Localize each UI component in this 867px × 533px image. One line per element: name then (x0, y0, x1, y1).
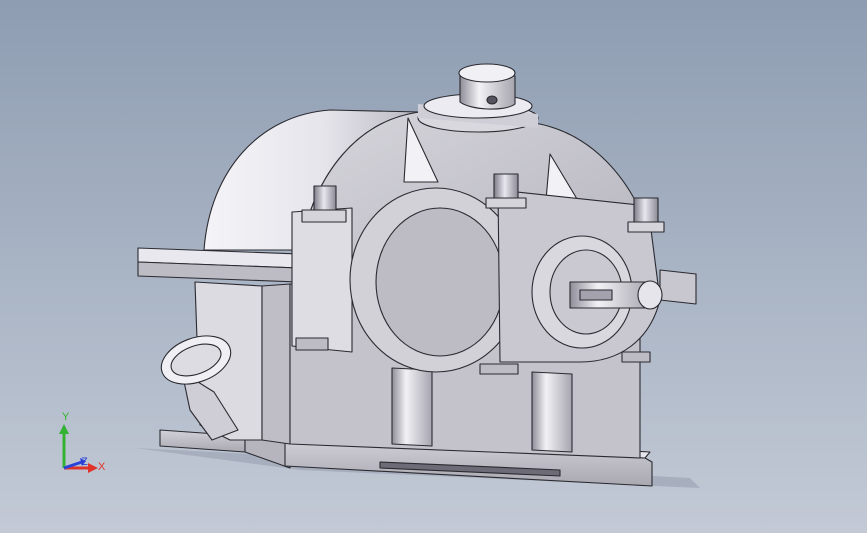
cad-viewport[interactable]: Y X Z (0, 0, 867, 533)
y-axis-label: Y (62, 411, 70, 423)
x-axis-label: X (98, 461, 106, 473)
gearbox-model[interactable] (0, 0, 867, 533)
breather-plug[interactable] (458, 63, 516, 110)
y-axis-arrow (59, 424, 69, 434)
z-axis-label: Z (81, 456, 88, 468)
output-shaft[interactable] (569, 280, 663, 310)
x-axis-arrow (88, 463, 98, 473)
bolt-5[interactable] (479, 363, 519, 375)
support-rib-left[interactable] (391, 367, 433, 447)
axis-triad: Y X Z (52, 410, 112, 480)
support-rib-right[interactable] (531, 371, 573, 453)
bolt-4[interactable] (295, 337, 329, 351)
bolt-6[interactable] (621, 351, 651, 363)
